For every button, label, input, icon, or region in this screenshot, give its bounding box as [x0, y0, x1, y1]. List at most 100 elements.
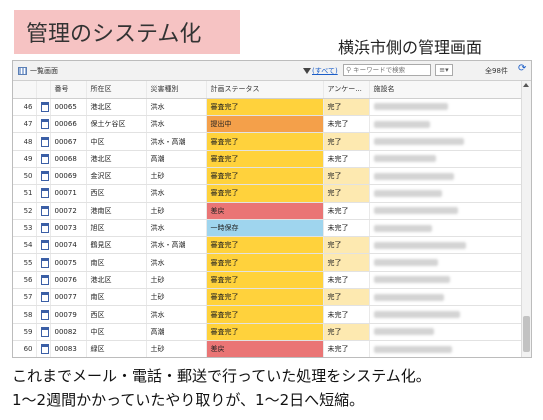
- table-row[interactable]: 53 00073 旭区 洪水 一時保存 未完了: [13, 219, 522, 238]
- col-header-facility-name[interactable]: 施設名: [369, 81, 522, 99]
- table-row[interactable]: 51 00071 西区 洪水 審査完了 完了: [13, 184, 522, 203]
- facility-table: 番号 所在区 災害種別 計画ステータス アンケー... 施設名 46 00065 港…: [13, 81, 522, 357]
- table-row[interactable]: 60 00083 緑区 土砂 差戻 未完了: [13, 340, 522, 357]
- document-icon[interactable]: [40, 344, 49, 355]
- cell-ward: 南区: [86, 288, 147, 307]
- document-icon[interactable]: [40, 274, 49, 285]
- row-detail-cell[interactable]: [36, 219, 51, 238]
- document-icon[interactable]: [40, 101, 49, 112]
- table-row[interactable]: 56 00076 港北区 土砂 審査完了 未完了: [13, 271, 522, 290]
- document-icon[interactable]: [40, 171, 49, 182]
- cell-ward: 港南区: [86, 202, 147, 220]
- scroll-up-icon[interactable]: [523, 83, 529, 87]
- document-icon[interactable]: [40, 205, 49, 216]
- row-detail-cell[interactable]: [36, 305, 51, 324]
- filter-icon[interactable]: [303, 61, 311, 80]
- col-header-disaster-type[interactable]: 災害種別: [146, 81, 207, 99]
- cell-plan-status: 審査完了: [206, 253, 324, 272]
- search-input[interactable]: [353, 66, 426, 74]
- col-header-survey[interactable]: アンケー...: [323, 81, 370, 99]
- table-row[interactable]: 46 00065 港北区 洪水 審査完了 完了: [13, 98, 522, 117]
- cell-disaster-type: 土砂: [146, 340, 207, 357]
- table-row[interactable]: 58 00079 西区 洪水 審査完了 未完了: [13, 305, 522, 324]
- cell-facility-name: [369, 253, 522, 272]
- row-number: 50: [13, 167, 37, 186]
- cell-facility-name: [369, 202, 522, 220]
- row-number: 47: [13, 115, 37, 134]
- document-icon[interactable]: [40, 326, 49, 337]
- row-detail-cell[interactable]: [36, 167, 51, 186]
- cell-number: 00065: [50, 98, 87, 117]
- cell-survey: 完了: [323, 253, 370, 272]
- document-icon[interactable]: [40, 153, 49, 164]
- table-row[interactable]: 50 00069 金沢区 土砂 審査完了 完了: [13, 167, 522, 186]
- document-icon[interactable]: [40, 292, 49, 303]
- cell-facility-name: [369, 305, 522, 324]
- cell-survey: 未完了: [323, 305, 370, 324]
- cell-facility-name: [369, 288, 522, 307]
- row-number: 49: [13, 150, 37, 168]
- cell-plan-status: 審査完了: [206, 167, 324, 186]
- row-detail-cell[interactable]: [36, 288, 51, 307]
- row-detail-cell[interactable]: [36, 340, 51, 357]
- col-header-plan-status[interactable]: 計画ステータス: [206, 81, 324, 99]
- document-icon[interactable]: [40, 136, 49, 147]
- cell-plan-status: 審査完了: [206, 132, 324, 151]
- table-row[interactable]: 52 00072 港南区 土砂 差戻 未完了: [13, 202, 522, 220]
- table-row[interactable]: 54 00074 鶴見区 洪水・高潮 審査完了 完了: [13, 236, 522, 255]
- caption: これまでメール・電話・郵送で行っていた処理をシステム化。 1～2週間かかっていた…: [12, 364, 431, 412]
- cell-survey: 未完了: [323, 115, 370, 134]
- blurred-facility-name: [373, 103, 448, 111]
- table-row[interactable]: 59 00082 中区 高潮 審査完了 完了: [13, 323, 522, 341]
- row-detail-cell[interactable]: [36, 132, 51, 151]
- vertical-scrollbar[interactable]: [521, 81, 531, 357]
- row-detail-cell[interactable]: [36, 271, 51, 290]
- row-detail-cell[interactable]: [36, 150, 51, 168]
- blurred-facility-name: [373, 120, 430, 128]
- cell-disaster-type: 洪水・高潮: [146, 236, 207, 255]
- cell-facility-name: [369, 236, 522, 255]
- document-icon[interactable]: [40, 119, 49, 130]
- cell-ward: 南区: [86, 253, 147, 272]
- cell-survey: 完了: [323, 132, 370, 151]
- scroll-thumb[interactable]: [523, 316, 530, 352]
- document-icon[interactable]: [40, 223, 49, 234]
- col-header-number[interactable]: 番号: [50, 81, 87, 99]
- cell-plan-status: 審査完了: [206, 150, 324, 168]
- blurred-facility-name: [373, 172, 454, 180]
- document-icon[interactable]: [40, 257, 49, 268]
- table-row[interactable]: 57 00077 南区 土砂 審査完了 完了: [13, 288, 522, 307]
- cell-ward: 西区: [86, 184, 147, 203]
- cell-facility-name: [369, 150, 522, 168]
- table-row[interactable]: 47 00066 保土ケ谷区 洪水 提出中 未完了: [13, 115, 522, 134]
- table-row[interactable]: 48 00067 中区 洪水・高潮 審査完了 完了: [13, 132, 522, 151]
- table-row[interactable]: 49 00068 港北区 高潮 審査完了 未完了: [13, 150, 522, 168]
- row-detail-cell[interactable]: [36, 323, 51, 341]
- row-detail-cell[interactable]: [36, 98, 51, 117]
- cell-number: 00074: [50, 236, 87, 255]
- column-menu-button[interactable]: ≡▾: [435, 64, 453, 76]
- row-detail-cell[interactable]: [36, 236, 51, 255]
- document-icon[interactable]: [40, 309, 49, 320]
- row-detail-cell[interactable]: [36, 184, 51, 203]
- document-icon[interactable]: [40, 240, 49, 251]
- row-detail-cell[interactable]: [36, 115, 51, 134]
- document-icon[interactable]: [40, 188, 49, 199]
- row-number: 46: [13, 98, 37, 117]
- cell-ward: 鶴見区: [86, 236, 147, 255]
- row-number: 51: [13, 184, 37, 203]
- row-detail-cell[interactable]: [36, 253, 51, 272]
- page-title: 管理のシステム化: [26, 22, 202, 47]
- table-row[interactable]: 55 00075 南区 洪水 審査完了 完了: [13, 253, 522, 272]
- search-field[interactable]: ⚲: [343, 64, 431, 76]
- cell-facility-name: [369, 132, 522, 151]
- cell-disaster-type: 土砂: [146, 271, 207, 290]
- col-header-ward[interactable]: 所在区: [86, 81, 147, 99]
- filter-link[interactable]: (すべて): [312, 61, 338, 80]
- cell-number: 00066: [50, 115, 87, 134]
- row-detail-cell[interactable]: [36, 202, 51, 220]
- title-banner: 管理のシステム化: [14, 10, 240, 54]
- blurred-facility-name: [373, 328, 434, 336]
- row-number: 60: [13, 340, 37, 357]
- refresh-icon[interactable]: ⟳: [518, 63, 526, 74]
